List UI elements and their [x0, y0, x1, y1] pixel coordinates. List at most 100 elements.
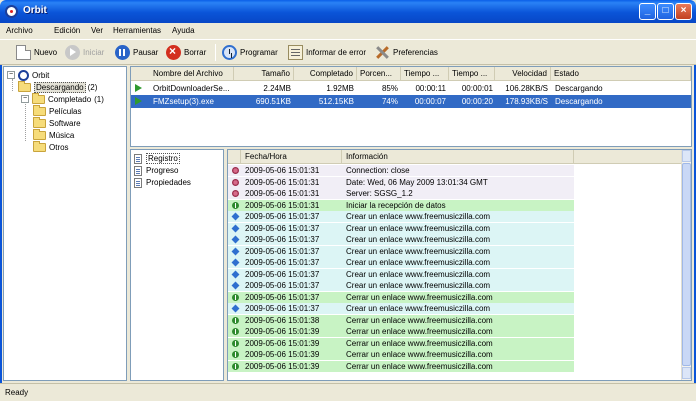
- log-row[interactable]: 2009-05-06 15:01:39 Cerrar un enlace www.…: [228, 360, 574, 372]
- start-button[interactable]: Iniciar: [65, 43, 104, 62]
- log-message: Cerrar un enlace www.freemusiczilla.com: [346, 338, 493, 348]
- log-row[interactable]: 2009-05-06 15:01:38 Cerrar un enlace www.…: [228, 314, 574, 326]
- pause-button[interactable]: Pausar: [115, 43, 158, 62]
- tree-item-downloading[interactable]: Descargando (2): [18, 80, 97, 93]
- menu-herramientas[interactable]: Herramientas: [113, 26, 161, 35]
- schedule-button[interactable]: Programar: [222, 43, 278, 62]
- log-row[interactable]: 2009-05-06 15:01:37 Crear un enlace www.f…: [228, 257, 574, 268]
- collapse-toggle[interactable]: −: [7, 71, 15, 79]
- tree-item-movies[interactable]: Películas: [33, 104, 81, 117]
- collapse-toggle[interactable]: −: [21, 95, 29, 103]
- log-datetime: 2009-05-06 15:01:37: [245, 304, 320, 313]
- title-bar: Orbit _ □ ×: [0, 0, 696, 23]
- log-row[interactable]: 2009-05-06 15:01:37 Crear un enlace www.f…: [228, 222, 574, 234]
- log-scrollbar[interactable]: [681, 150, 691, 380]
- download-speed: 178.93KB/S: [505, 97, 548, 106]
- download-speed: 106.28KB/S: [505, 84, 548, 93]
- folder-icon: [33, 104, 46, 116]
- log-message: Cerrar un enlace www.freemusiczilla.com: [346, 315, 493, 325]
- nav-item-properties[interactable]: Propiedades: [134, 177, 191, 188]
- download-row[interactable]: OrbitDownloaderSe... 2.24MB 1.92MB 85% 0…: [131, 82, 691, 95]
- log-datetime: 2009-05-06 15:01:37: [245, 258, 320, 267]
- log-row[interactable]: 2009-05-06 15:01:39 Cerrar un enlace www.…: [228, 326, 574, 337]
- log-row[interactable]: 2009-05-06 15:01:31 Connection: close: [228, 165, 574, 176]
- column-header-percent[interactable]: Porcen...: [357, 67, 401, 81]
- preferences-button[interactable]: Preferencias: [375, 43, 438, 62]
- log-row[interactable]: 2009-05-06 15:01:37 Crear un enlace www.f…: [228, 211, 574, 222]
- tree-item-orbit[interactable]: − Orbit: [7, 69, 49, 81]
- column-header-datetime[interactable]: Fecha/Hora: [241, 150, 342, 164]
- tree-label-completed: Completado: [48, 94, 92, 104]
- log-message: Crear un enlace www.freemusiczilla.com: [346, 304, 491, 313]
- menu-archivo[interactable]: Archivo: [6, 26, 33, 35]
- log-message: Server: SGSG_1.2: [346, 189, 413, 198]
- column-header-time-remaining[interactable]: Tiempo ...: [449, 67, 495, 81]
- info-icon: [232, 328, 239, 335]
- log-row[interactable]: 2009-05-06 15:01:37 Crear un enlace www.f…: [228, 234, 574, 245]
- download-arrow-icon: [135, 84, 144, 93]
- download-row[interactable]: FMZsetup(3).exe 690.51KB 512.15KB 74% 00…: [131, 95, 691, 108]
- log-message: Crear un enlace www.freemusiczilla.com: [346, 223, 491, 233]
- log-row[interactable]: 2009-05-06 15:01:39 Cerrar un enlace www.…: [228, 337, 574, 349]
- log-datetime: 2009-05-06 15:01:31: [245, 177, 320, 187]
- toolbar-separator: [215, 44, 216, 61]
- log-row[interactable]: 2009-05-06 15:01:37 Crear un enlace www.f…: [228, 303, 574, 314]
- menu-ver[interactable]: Ver: [91, 26, 103, 35]
- scroll-thumb[interactable]: [682, 163, 691, 366]
- log-row[interactable]: 2009-05-06 15:01:37 Crear un enlace www.f…: [228, 280, 574, 291]
- log-row[interactable]: 2009-05-06 15:01:31 Date: Wed, 06 May 200…: [228, 176, 574, 188]
- log-row[interactable]: 2009-05-06 15:01:39 Cerrar un enlace www.…: [228, 349, 574, 360]
- log-datetime: 2009-05-06 15:01:37: [245, 281, 320, 290]
- report-bug-button[interactable]: Informar de error: [288, 43, 366, 62]
- tree-item-completed[interactable]: − Completado (1): [21, 92, 104, 105]
- maximize-button[interactable]: □: [657, 3, 674, 20]
- column-header-filename[interactable]: Nombre del Archivo: [131, 67, 234, 81]
- log-row[interactable]: 2009-05-06 15:01:31 Iniciar la recepción …: [228, 199, 574, 211]
- log-datetime: 2009-05-06 15:01:31: [245, 189, 320, 198]
- column-header-size[interactable]: Tamaño: [234, 67, 294, 81]
- menu-ayuda[interactable]: Ayuda: [172, 26, 195, 35]
- log-message: Cerrar un enlace www.freemusiczilla.com: [346, 292, 493, 302]
- download-size: 690.51KB: [255, 97, 291, 106]
- column-header-info[interactable]: Información: [342, 150, 574, 164]
- nav-item-log[interactable]: Registro: [134, 153, 180, 164]
- log-row[interactable]: 2009-05-06 15:01:31 Server: SGSG_1.2: [228, 188, 574, 199]
- tree-item-music[interactable]: Música: [33, 128, 74, 141]
- log-row[interactable]: 2009-05-06 15:01:37 Cerrar un enlace www.…: [228, 291, 574, 303]
- nav-label-properties: Propiedades: [146, 178, 191, 187]
- toolbar: Nuevo Iniciar Pausar Borrar Programar In…: [0, 39, 696, 65]
- completed-count: (1): [94, 94, 104, 104]
- link-icon: [231, 247, 240, 255]
- column-header-status[interactable]: Estado: [551, 67, 691, 81]
- log-row[interactable]: 2009-05-06 15:01:37 Crear un enlace www.f…: [228, 268, 574, 280]
- folder-icon: [33, 116, 46, 128]
- log-message: Crear un enlace www.freemusiczilla.com: [346, 235, 491, 244]
- download-time-remaining: 00:00:20: [461, 97, 493, 106]
- column-header-speed[interactable]: Velocidad: [495, 67, 551, 81]
- log-message: Iniciar la recepción de datos: [346, 200, 446, 210]
- folder-icon: [33, 140, 46, 152]
- delete-button[interactable]: Borrar: [166, 43, 206, 62]
- log-message: Crear un enlace www.freemusiczilla.com: [346, 258, 491, 267]
- info-icon: [232, 201, 239, 209]
- downloads-table: Nombre del Archivo Tamaño Completado Por…: [130, 66, 692, 147]
- scroll-down-arrow-icon[interactable]: [682, 367, 691, 379]
- close-button[interactable]: ×: [675, 3, 692, 20]
- minimize-button[interactable]: _: [639, 3, 656, 20]
- menu-edicion[interactable]: Edición: [54, 26, 80, 35]
- column-header-completed[interactable]: Completado: [294, 67, 357, 81]
- status-text: Ready: [5, 388, 29, 397]
- nav-label-log: Registro: [146, 153, 180, 164]
- new-button[interactable]: Nuevo: [16, 43, 57, 62]
- download-time-elapsed: 00:00:11: [415, 84, 446, 93]
- log-datetime: 2009-05-06 15:01:39: [245, 361, 320, 371]
- tree-item-others[interactable]: Otros: [33, 140, 69, 153]
- scroll-up-arrow-icon[interactable]: [682, 150, 691, 162]
- log-row[interactable]: 2009-05-06 15:01:37 Crear un enlace www.f…: [228, 245, 574, 257]
- tree-item-software[interactable]: Software: [33, 116, 81, 129]
- column-header-time-elapsed[interactable]: Tiempo ...: [401, 67, 449, 81]
- nav-item-progress[interactable]: Progreso: [134, 165, 178, 176]
- folder-icon: [32, 92, 45, 104]
- info-icon: [232, 351, 239, 358]
- link-icon: [231, 304, 240, 313]
